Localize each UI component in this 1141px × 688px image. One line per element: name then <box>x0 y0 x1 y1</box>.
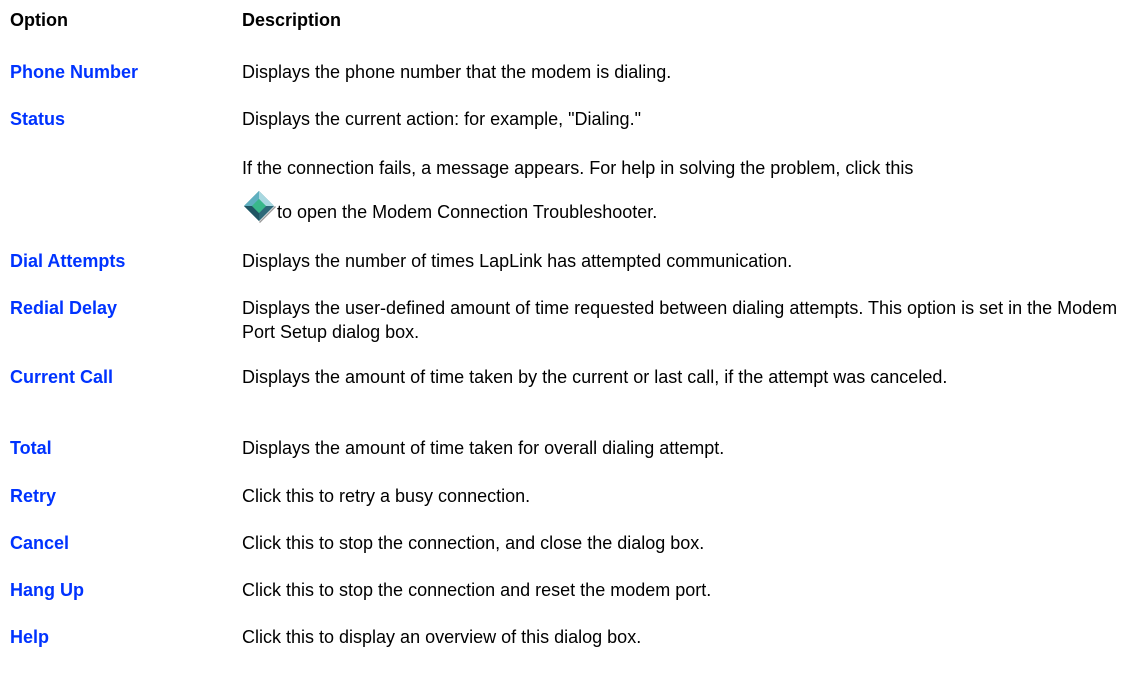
total-link[interactable]: Total <box>10 436 52 460</box>
phone-number-description: Displays the phone number that the modem… <box>242 62 672 82</box>
cancel-link[interactable]: Cancel <box>10 531 69 555</box>
hang-up-link[interactable]: Hang Up <box>10 578 84 602</box>
current-call-link[interactable]: Current Call <box>10 365 113 389</box>
status-description: Displays the current action: for example… <box>242 109 641 129</box>
status-troubleshooter-text: to open the Modem Connection Troubleshoo… <box>277 202 658 222</box>
description-column-header: Description <box>242 10 342 30</box>
retry-description: Click this to retry a busy connection. <box>242 486 531 506</box>
redial-delay-description: Displays the user-defined amount of time… <box>242 298 1118 342</box>
hang-up-description: Click this to stop the connection and re… <box>242 580 712 600</box>
retry-link[interactable]: Retry <box>10 484 56 508</box>
troubleshooter-diamond-icon[interactable] <box>242 189 276 223</box>
options-table: Option Description Phone Number Displays… <box>10 8 1130 647</box>
total-description: Displays the amount of time taken for ov… <box>242 438 725 458</box>
table-header: Option Description <box>10 8 1130 40</box>
redial-delay-link[interactable]: Redial Delay <box>10 296 117 320</box>
help-link[interactable]: Help <box>10 625 49 649</box>
status-failure-note: If the connection fails, a message appea… <box>242 158 914 178</box>
option-column-header: Option <box>10 10 68 30</box>
cancel-description: Click this to stop the connection, and c… <box>242 533 705 553</box>
dial-attempts-description: Displays the number of times LapLink has… <box>242 251 793 271</box>
status-link[interactable]: Status <box>10 107 65 131</box>
dial-attempts-link[interactable]: Dial Attempts <box>10 249 125 273</box>
current-call-description: Displays the amount of time taken by the… <box>242 367 948 387</box>
phone-number-link[interactable]: Phone Number <box>10 60 138 84</box>
help-description: Click this to display an overview of thi… <box>242 627 642 647</box>
